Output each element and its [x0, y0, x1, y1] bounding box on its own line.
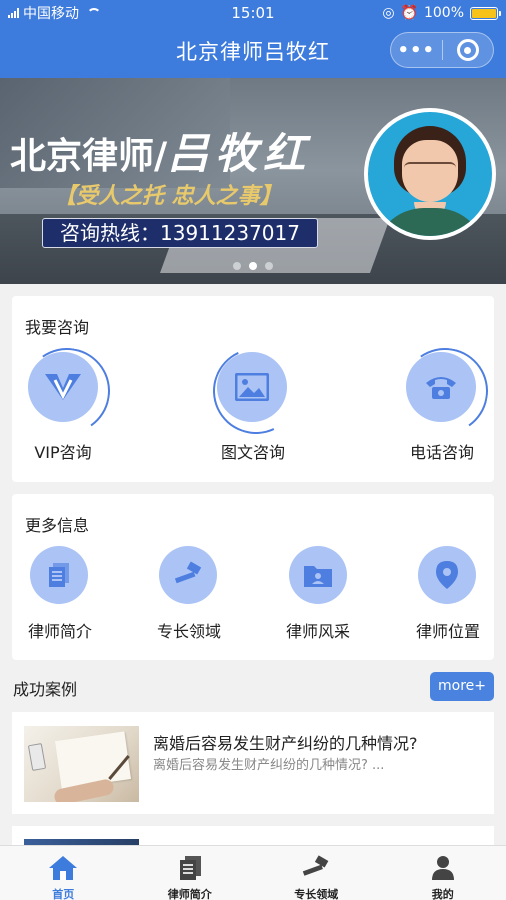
rotation-lock-icon: ◎ [382, 5, 395, 21]
image-consult-button[interactable] [200, 335, 312, 447]
carrier-label: 中国移动 [23, 6, 79, 22]
status-bar: 中国移动 15:01 ◎ ⏰ 100% [0, 0, 506, 26]
location-pin-icon [436, 561, 458, 589]
tab-mine[interactable]: 我的 [380, 846, 506, 900]
battery-icon [470, 6, 501, 20]
expertise-button[interactable] [159, 546, 217, 604]
document-icon [175, 854, 205, 882]
gavel-icon [301, 854, 331, 882]
vip-icon [28, 352, 98, 422]
clock: 15:01 [231, 4, 275, 22]
tab-home-label: 首页 [52, 888, 75, 900]
target-icon [456, 39, 479, 61]
lawyer-portrait [364, 108, 496, 240]
carousel-dot[interactable] [233, 262, 241, 270]
lawyer-location-button[interactable] [418, 546, 476, 604]
user-icon [428, 854, 458, 882]
carousel-dot[interactable] [249, 262, 257, 270]
cases-title: 成功案例 [13, 680, 78, 699]
image-icon [217, 352, 287, 422]
case-thumbnail [24, 726, 139, 802]
banner-title-name: 吕牧红 [167, 129, 312, 178]
vip-consult-button[interactable] [17, 341, 117, 441]
home-icon [48, 854, 78, 882]
case-summary: 离婚后容易发生财产纠纷的几种情况? ... [153, 758, 385, 773]
expertise-label: 专长领域 [156, 622, 221, 641]
case-item[interactable]: 离婚后容易发生财产纠纷的几种情况? 离婚后容易发生财产纠纷的几种情况? ... [12, 712, 494, 814]
miniprogram-capsule: ••• [390, 32, 494, 68]
case-item-partial[interactable] [12, 826, 494, 846]
banner-hotline: 咨询热线：13911237017 [42, 218, 318, 248]
tab-bar: 首页 律师简介 专长领域 我的 [0, 845, 506, 900]
tab-lawyer-intro[interactable]: 律师简介 [127, 846, 254, 900]
tab-expertise-label: 专长领域 [294, 888, 339, 900]
carousel-dot[interactable] [265, 262, 273, 270]
phone-icon [406, 352, 476, 422]
tab-home[interactable]: 首页 [0, 846, 127, 900]
lawyer-style-label: 律师风采 [285, 622, 350, 641]
carousel-indicators [0, 262, 506, 270]
more-dots-icon[interactable]: ••• [391, 33, 442, 67]
alarm-icon: ⏰ [400, 5, 418, 21]
case-title: 离婚后容易发生财产纠纷的几种情况? [153, 734, 418, 753]
consult-card: 我要咨询 VIP咨询 图文咨询 电话咨询 [12, 296, 495, 482]
status-left: 中国移动 [8, 3, 188, 23]
tab-expertise[interactable]: 专长领域 [253, 846, 380, 900]
battery-fill [472, 8, 496, 18]
document-icon [49, 563, 69, 587]
banner-title-prefix: 北京律师/ [10, 135, 168, 177]
tab-lawyer-intro-label: 律师简介 [167, 888, 212, 900]
lawyer-location-label: 律师位置 [415, 622, 480, 641]
tab-mine-label: 我的 [431, 888, 454, 900]
hero-banner[interactable]: 北京律师/吕牧红 【受人之托 忠人之事】 咨询热线：13911237017 [0, 78, 506, 284]
banner-title: 北京律师/吕牧红 [10, 120, 311, 181]
close-miniprogram-button[interactable] [442, 33, 493, 67]
folder-person-icon [304, 566, 332, 587]
phone-consult-button[interactable] [395, 341, 495, 441]
nav-bar: 北京律师吕牧红 ••• [0, 26, 506, 78]
lawyer-intro-label: 律师简介 [27, 622, 92, 641]
signal-icon [8, 8, 19, 18]
lawyer-intro-button[interactable] [30, 546, 88, 604]
gavel-icon [174, 561, 202, 584]
banner-slogan: 【受人之托 忠人之事】 [54, 183, 282, 209]
battery-label: 100% [423, 5, 464, 21]
image-consult-label: 图文咨询 [220, 443, 285, 462]
phone-consult-label: 电话咨询 [409, 443, 474, 462]
more-info-card: 更多信息 律师简介 专长领域 律师风采 律师位置 [12, 494, 494, 660]
consult-title: 我要咨询 [25, 318, 90, 337]
vip-consult-label: VIP咨询 [34, 443, 92, 462]
lawyer-style-button[interactable] [289, 546, 347, 604]
wifi-icon [87, 8, 101, 18]
cases-more-button[interactable]: more+ [430, 672, 494, 701]
more-info-title: 更多信息 [25, 516, 90, 535]
status-right: ◎ ⏰ 100% [318, 5, 501, 21]
